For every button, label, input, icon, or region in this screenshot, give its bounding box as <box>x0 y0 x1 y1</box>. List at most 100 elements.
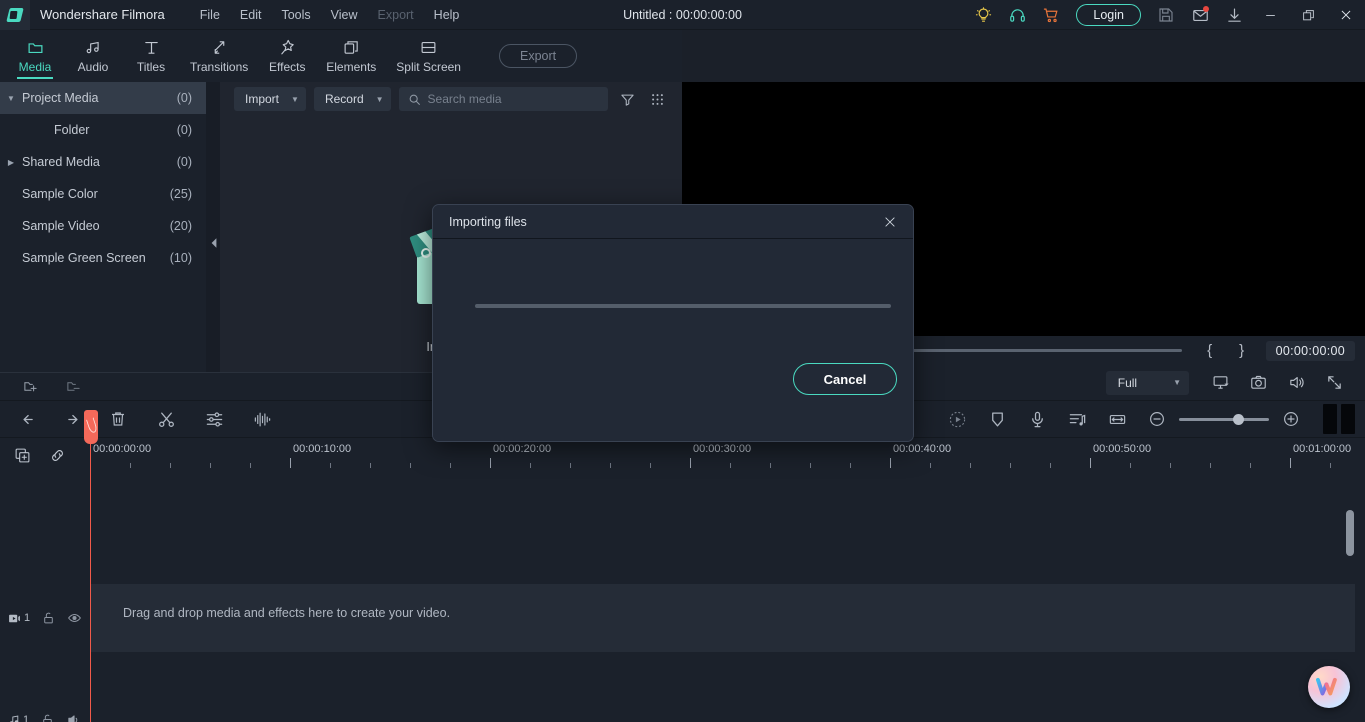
fit-timeline-icon[interactable] <box>1097 400 1137 438</box>
ruler-tick-minor <box>970 463 971 468</box>
maximize-icon[interactable] <box>1289 0 1327 30</box>
tab-split-screen[interactable]: Split Screen <box>386 30 471 82</box>
speaker-icon[interactable] <box>66 713 81 722</box>
sidebar-item-sample-video[interactable]: Sample Video (20) <box>0 210 206 242</box>
mail-icon[interactable] <box>1183 0 1217 30</box>
preview-timecode[interactable]: 00:00:00:00 <box>1265 340 1355 361</box>
render-preview-icon[interactable] <box>937 400 977 438</box>
shopping-cart-icon[interactable] <box>1034 0 1068 30</box>
timeline-ruler[interactable]: 00:00:00:00 00:00:10:00 00:00:20:00 00:00:3… <box>90 438 1365 472</box>
tab-transitions[interactable]: Transitions <box>180 30 258 82</box>
import-button[interactable]: Import ▼ <box>234 87 306 111</box>
download-icon[interactable] <box>1217 0 1251 30</box>
link-icon[interactable] <box>49 447 66 464</box>
zoom-slider-track[interactable] <box>1179 413 1269 425</box>
close-icon[interactable] <box>877 209 903 235</box>
zoom-in-icon[interactable] <box>1271 400 1311 438</box>
sidebar-item-sample-green-screen-label: Sample Green Screen <box>22 251 146 265</box>
fullscreen-icon[interactable] <box>1317 369 1351 397</box>
ruler-tick-minor <box>370 463 371 468</box>
timeline-tracks-area[interactable]: Drag and drop media and effects here to … <box>90 472 1355 722</box>
tab-split-screen-label: Split Screen <box>396 60 461 74</box>
folder-add-icon[interactable] <box>22 379 39 394</box>
menu-edit[interactable]: Edit <box>231 4 271 26</box>
sidebar-item-sample-green-screen-count: (10) <box>169 251 192 265</box>
adjust-sliders-icon[interactable] <box>194 400 234 438</box>
tab-effects[interactable]: Effects <box>258 30 316 82</box>
filter-icon[interactable] <box>616 87 638 111</box>
eye-icon[interactable] <box>67 611 82 625</box>
close-icon[interactable] <box>1327 0 1365 30</box>
ruler-tick-minor <box>1010 463 1011 468</box>
audio-track-icon: 1 <box>8 714 29 722</box>
preview-quality-select[interactable]: Full ▼ <box>1105 370 1189 395</box>
minimize-icon[interactable] <box>1251 0 1289 30</box>
dialog-body: Cancel <box>433 239 913 441</box>
marker-shield-icon[interactable] <box>977 400 1017 438</box>
zoom-out-icon[interactable] <box>1137 400 1177 438</box>
cancel-button[interactable]: Cancel <box>793 363 897 395</box>
sidebar-item-sample-color-count: (25) <box>169 187 192 201</box>
auto-beat-sync-icon[interactable] <box>1057 400 1097 438</box>
voiceover-mic-icon[interactable] <box>1017 400 1057 438</box>
zoom-slider-knob[interactable] <box>1233 413 1244 425</box>
zoom-slider[interactable] <box>1179 413 1269 425</box>
ruler-tick-minor <box>1250 463 1251 468</box>
add-track-icon[interactable] <box>14 447 31 464</box>
sidebar-item-sample-green-screen[interactable]: Sample Green Screen (10) <box>0 242 206 274</box>
playhead[interactable] <box>84 410 98 722</box>
record-button[interactable]: Record ▼ <box>313 87 391 111</box>
search-input[interactable] <box>427 92 599 106</box>
titlebar-actions: Login <box>966 0 1365 30</box>
sidebar-item-project-media-label: Project Media <box>22 91 99 105</box>
speaker-icon[interactable] <box>1279 369 1313 397</box>
save-icon[interactable] <box>1149 0 1183 30</box>
headset-icon[interactable] <box>1000 0 1034 30</box>
mark-out-icon[interactable]: } <box>1226 342 1258 359</box>
sidebar-item-shared-media[interactable]: ▶ Shared Media (0) <box>0 146 206 178</box>
export-button: Export <box>498 44 578 68</box>
title-bar: Wondershare Filmora File Edit Tools View… <box>0 0 1365 30</box>
search-media-box[interactable] <box>398 87 608 111</box>
render-bar-indicator[interactable] <box>1323 404 1355 434</box>
sidebar-item-project-media[interactable]: ▼ Project Media (0) <box>0 82 206 114</box>
folder-remove-icon[interactable] <box>65 379 82 394</box>
display-icon[interactable] <box>1203 369 1237 397</box>
panel-divider[interactable] <box>206 82 220 400</box>
camera-icon[interactable] <box>1241 369 1275 397</box>
menu-tools[interactable]: Tools <box>272 4 319 26</box>
login-button[interactable]: Login <box>1076 4 1141 26</box>
track-header-audio-1[interactable]: 1 <box>0 700 90 722</box>
unlock-icon[interactable] <box>42 611 55 625</box>
undo-icon[interactable] <box>10 400 50 438</box>
chevron-right-icon[interactable]: ▶ <box>0 158 22 167</box>
tab-media[interactable]: Media <box>6 30 64 82</box>
chevron-left-icon[interactable] <box>209 232 218 254</box>
tab-titles[interactable]: Titles <box>122 30 180 82</box>
unlock-icon[interactable] <box>41 713 54 722</box>
lightbulb-icon[interactable] <box>966 0 1000 30</box>
tab-audio[interactable]: Audio <box>64 30 122 82</box>
mark-in-icon[interactable]: { <box>1194 342 1226 359</box>
menu-file[interactable]: File <box>191 4 229 26</box>
search-icon <box>408 93 421 106</box>
wondershare-w-icon[interactable] <box>1308 666 1350 708</box>
timeline-vertical-scrollbar[interactable] <box>1346 510 1354 556</box>
sidebar-item-sample-color[interactable]: Sample Color (25) <box>0 178 206 210</box>
sidebar-item-folder[interactable]: Folder (0) <box>0 114 206 146</box>
ruler-label: 00:00:20:00 <box>493 443 552 455</box>
audio-waveform-icon[interactable] <box>242 400 282 438</box>
menu-help[interactable]: Help <box>425 4 469 26</box>
delete-icon[interactable] <box>98 400 138 438</box>
chevron-down-icon: ▼ <box>375 94 384 104</box>
track-header-video-1[interactable]: 1 <box>0 584 90 652</box>
sidebar-item-sample-video-label: Sample Video <box>22 219 100 233</box>
sidebar-item-folder-count: (0) <box>176 123 192 137</box>
playhead-grip[interactable] <box>84 410 98 444</box>
video-track-lane[interactable]: Drag and drop media and effects here to … <box>90 584 1355 652</box>
chevron-down-icon[interactable]: ▼ <box>0 94 22 103</box>
grid-view-icon[interactable] <box>646 87 668 111</box>
tab-elements[interactable]: Elements <box>316 30 386 82</box>
menu-view[interactable]: View <box>322 4 367 26</box>
split-scissors-icon[interactable] <box>146 400 186 438</box>
